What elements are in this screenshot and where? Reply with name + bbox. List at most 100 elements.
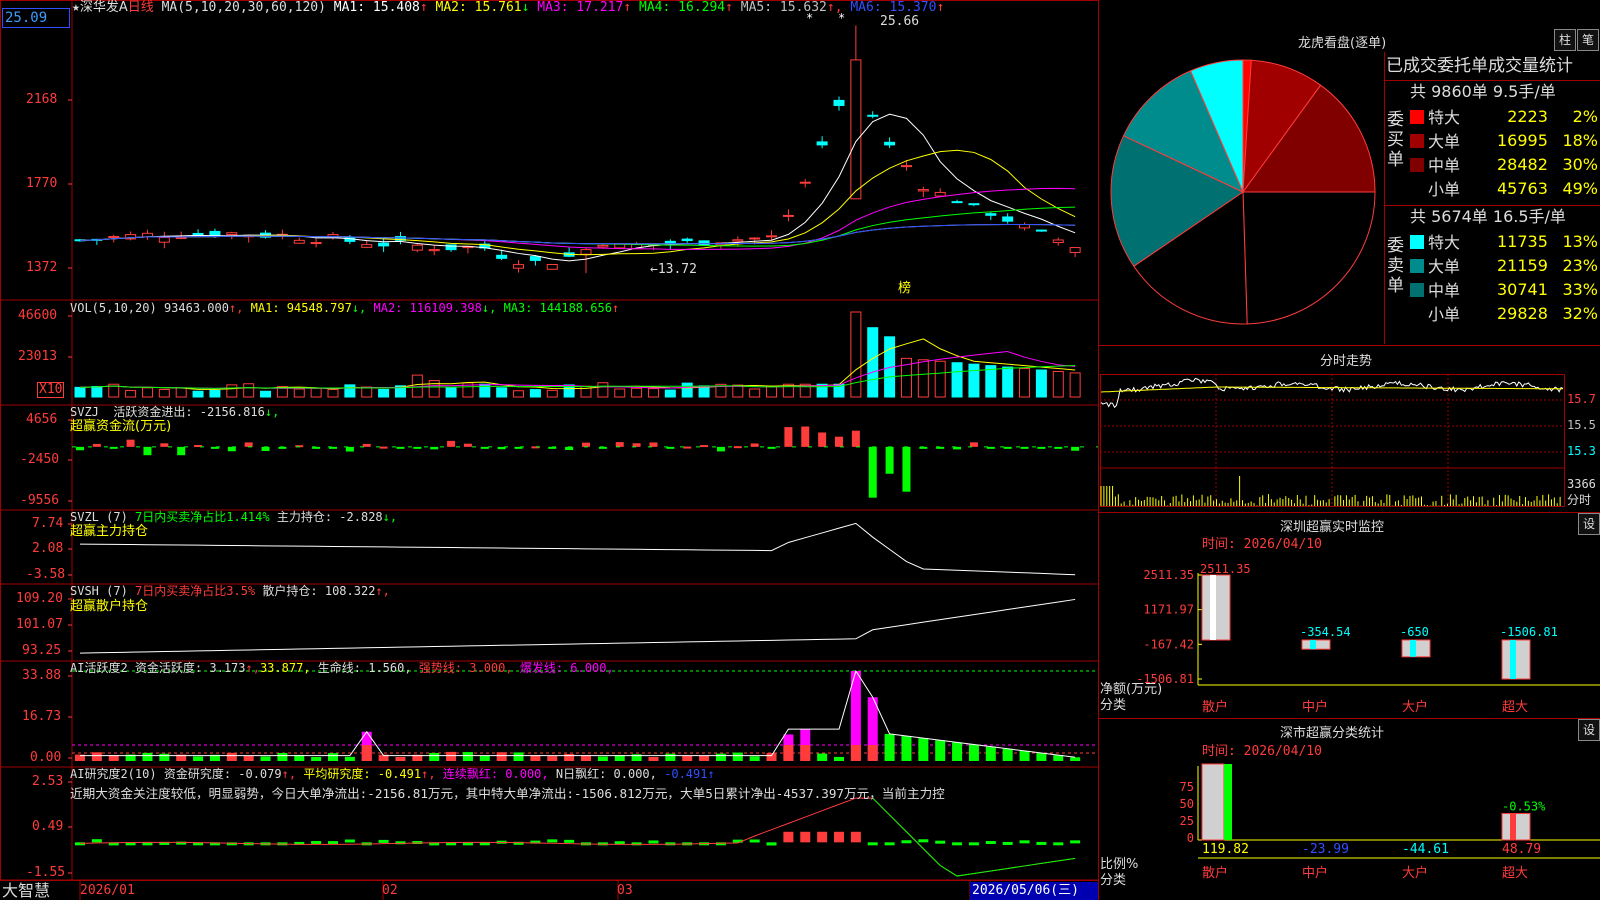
class-y-label: 0 (1187, 831, 1194, 845)
sz-class-settings-button[interactable]: 设 (1578, 719, 1600, 741)
volume-bar (125, 390, 137, 398)
volume-bar (175, 387, 187, 398)
vol-y-label: 23013 (18, 349, 58, 364)
volume-bar (91, 385, 103, 398)
sz-monitor-settings-button[interactable]: 设 (1578, 513, 1600, 535)
activity-bar (1036, 753, 1047, 761)
bar-view-button[interactable]: 柱 (1554, 29, 1576, 51)
research-bar (901, 840, 912, 844)
class-y-label: 75 (1180, 780, 1194, 794)
flow-bar (818, 432, 827, 447)
intraday-chart[interactable] (1100, 370, 1600, 512)
candle-body (698, 240, 710, 246)
ma-line (79, 187, 1076, 250)
research-line (79, 797, 1076, 877)
flow-bar (396, 446, 405, 449)
flow-bar (345, 446, 354, 452)
ma-arrow: ↑ (623, 0, 632, 15)
pen-view-button[interactable]: 笔 (1577, 29, 1599, 51)
volume-bar (529, 389, 541, 398)
flow-bar (632, 443, 641, 447)
volume-bar (985, 365, 997, 398)
volume-bar (1069, 372, 1081, 398)
flow-bar (76, 446, 84, 451)
monitor-y-label: 2511.35 (1143, 568, 1194, 582)
main-y-label: 2168 (26, 92, 58, 107)
activity-bar (732, 752, 743, 761)
activity-bar (547, 756, 558, 761)
flow-bar (969, 442, 978, 447)
flow-bar (92, 443, 101, 447)
candle-body (850, 59, 862, 200)
activity-bar (766, 753, 777, 761)
class-value-label: 48.79 (1502, 842, 1541, 857)
candle-body (529, 256, 541, 261)
activity-bar (446, 751, 457, 761)
activity-bar (952, 742, 963, 761)
ai-research-y-label: -1.55 (26, 865, 66, 880)
activity-bar (817, 753, 828, 761)
candle-body (732, 239, 744, 242)
candle-body (158, 237, 170, 243)
candle-body (1035, 229, 1047, 232)
research-bar (1036, 841, 1047, 845)
intraday-y-label: 15.3 (1567, 444, 1596, 458)
stat-header: 已成交委托单成交量统计 (1386, 56, 1573, 76)
research-bar (867, 842, 878, 846)
intraday-title: 分时走势 (1320, 354, 1373, 369)
activity-bar (159, 753, 170, 761)
research-bar (564, 839, 575, 843)
flow-bar (784, 427, 793, 447)
activity-bar (1002, 748, 1013, 761)
sz-class-y-title: 比例% (1100, 857, 1139, 872)
class-y-label: 25 (1180, 814, 1194, 828)
research-bar (614, 841, 625, 845)
volume-header: VOL(5,10,20) 93463.000↑, MA1: 94548.797↓… (70, 301, 620, 315)
monitor-cat-label: 超大 (1502, 700, 1528, 715)
ma-indicator: MA2: 15.761 (435, 0, 522, 15)
volume-bar (546, 389, 558, 398)
activity-bar (699, 755, 710, 761)
research-bar (850, 831, 861, 843)
volume-bar (243, 383, 255, 398)
research-bar (75, 842, 85, 846)
activity-bar (243, 755, 254, 761)
stat-row: 小单 45763 49% (1408, 176, 1600, 200)
activity-bar (513, 752, 524, 761)
flow-bar (868, 446, 877, 498)
sz-monitor-y-title: 净额(万元) (1100, 682, 1163, 697)
ma-arrow: ↑ (936, 0, 945, 15)
sz-class-title: 深市超赢分类统计 (1280, 726, 1385, 741)
research-bar (1053, 842, 1064, 846)
color-swatch (1410, 259, 1424, 273)
flow-bar (109, 446, 118, 449)
volume-bar (293, 388, 305, 398)
holding-line (79, 522, 1076, 576)
class-cat-label: 超大 (1502, 866, 1528, 881)
date-label: 03 (617, 883, 633, 898)
bang-label: 榜 (898, 281, 912, 296)
sz-monitor-time: 时间: 2026/04/10 (1202, 537, 1322, 552)
activity-bar (648, 756, 659, 761)
color-swatch (1410, 235, 1424, 249)
monitor-cat-label: 散户 (1202, 699, 1228, 715)
ma-indicator: MA3: 144188.656 (503, 301, 612, 315)
candle-body (546, 263, 558, 270)
monitor-bar-highlight (1410, 640, 1416, 657)
ma-line (79, 113, 1076, 262)
ma-indicator: MA1: 94548.797 (250, 301, 352, 315)
ma-arrow: ↑ (419, 0, 428, 15)
research-bar (547, 839, 558, 843)
ma-indicator: MA4: 16.294 (639, 0, 726, 15)
ai-research-comment: 近期大资金关注度较低，明显弱势，今日大单净流出:-2156.81万元，其中特大单… (70, 787, 945, 801)
volume-bar (917, 359, 929, 398)
ai-active-y-label: 0.00 (30, 750, 62, 765)
activity-bar (193, 756, 204, 761)
research-bar (766, 842, 777, 846)
candle-body (985, 213, 997, 216)
dragon-tiger-pie (1110, 59, 1376, 325)
research-bar (968, 842, 979, 846)
star-icon: ★ (72, 0, 80, 15)
chart-canvas[interactable]: * * (0, 0, 1100, 900)
stat-row: 中单 28482 30% (1408, 152, 1600, 176)
